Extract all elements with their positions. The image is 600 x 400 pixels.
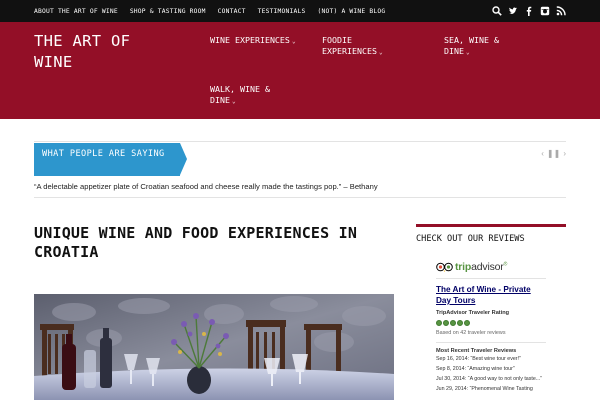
wine-table-photo xyxy=(34,294,394,400)
bubble-icon xyxy=(443,320,449,326)
nav-label: SEA, WINE & DINE xyxy=(444,35,499,56)
top-nav-shop[interactable]: SHOP & TASTING ROOM xyxy=(130,8,206,15)
pause-icon[interactable]: ❚❚ xyxy=(547,149,560,158)
social-icons xyxy=(492,0,566,22)
nav-label: FOODIE EXPERIENCES xyxy=(322,35,377,56)
nav-sea-wine-dine[interactable]: SEA, WINE & DINE ⌄ xyxy=(444,35,524,58)
rating-bubbles xyxy=(436,320,470,326)
recent-reviews-list: Sep 16, 2014: “Best wine tour ever!” Sep… xyxy=(436,356,546,396)
chevron-down-icon: ⌄ xyxy=(291,38,296,45)
review-count[interactable]: Based on 42 traveler reviews xyxy=(436,330,506,336)
rating-label: TripAdvisor Traveler Rating xyxy=(436,310,510,316)
chevron-down-icon: ⌄ xyxy=(231,98,236,105)
testimonials-tag: WHAT PEOPLE ARE SAYING xyxy=(34,143,187,176)
chevron-down-icon: ⌄ xyxy=(378,49,383,56)
nav-wine-experiences[interactable]: WINE EXPERIENCES ⌄ xyxy=(210,35,300,47)
facebook-icon[interactable] xyxy=(524,6,534,16)
review-item[interactable]: Sep 8, 2014: “Amazing wine tour” xyxy=(436,366,546,374)
chevron-down-icon: ⌄ xyxy=(465,49,470,56)
divider xyxy=(436,278,546,279)
instagram-icon[interactable] xyxy=(540,6,550,16)
review-item[interactable]: Jul 30, 2014: “A good way to not only ta… xyxy=(436,376,546,384)
top-nav-contact[interactable]: CONTACT xyxy=(218,8,246,15)
bubble-icon xyxy=(436,320,442,326)
search-icon[interactable] xyxy=(492,6,502,16)
top-nav-testimonials[interactable]: TESTIMONIALS xyxy=(258,8,306,15)
site-logo[interactable]: THE ART OF WINE xyxy=(34,31,174,73)
page-title: UNIQUE WINE AND FOOD EXPERIENCES IN CROA… xyxy=(34,224,358,261)
owl-icon xyxy=(436,262,453,272)
top-nav-blog[interactable]: (NOT) A WINE BLOG xyxy=(318,8,386,15)
testimonial-controls: ‹ ❚❚ › xyxy=(541,149,566,158)
bubble-icon xyxy=(464,320,470,326)
divider xyxy=(34,141,566,142)
divider xyxy=(34,197,566,198)
nav-label: WINE EXPERIENCES xyxy=(210,35,290,45)
tripadvisor-wordmark: tripadvisor® xyxy=(455,261,508,273)
top-bar: ABOUT THE ART OF WINE SHOP & TASTING ROO… xyxy=(0,0,600,22)
twitter-icon[interactable] xyxy=(508,6,518,16)
tripadvisor-logo[interactable]: tripadvisor® xyxy=(436,256,507,278)
review-item[interactable]: Jun 29, 2014: “Phenomenal Wine Tasting xyxy=(436,386,546,394)
nav-foodie-experiences[interactable]: FOODIE EXPERIENCES ⌄ xyxy=(322,35,412,58)
site-header: THE ART OF WINE WINE EXPERIENCES ⌄ FOODIE… xyxy=(0,22,600,119)
bubble-icon xyxy=(457,320,463,326)
sidebar-heading: CHECK OUT OUR REVIEWS xyxy=(416,234,525,244)
rss-icon[interactable] xyxy=(556,6,566,16)
top-nav: ABOUT THE ART OF WINE SHOP & TASTING ROO… xyxy=(34,0,397,22)
review-item[interactable]: Sep 16, 2014: “Best wine tour ever!” xyxy=(436,356,546,364)
nav-walk-wine-dine[interactable]: WALK, WINE & DINE ⌄ xyxy=(210,84,290,107)
testimonials-label: WHAT PEOPLE ARE SAYING xyxy=(42,149,165,159)
top-nav-about[interactable]: ABOUT THE ART OF WINE xyxy=(34,8,118,15)
testimonial-quote: “A delectable appetizer plate of Croatia… xyxy=(34,182,378,191)
business-name-link[interactable]: The Art of Wine - Private Day Tours xyxy=(436,284,546,306)
divider xyxy=(436,342,546,343)
sidebar-accent-bar xyxy=(416,224,566,227)
next-icon[interactable]: › xyxy=(563,149,566,158)
recent-reviews-title: Most Recent Traveler Reviews xyxy=(436,348,517,354)
prev-icon[interactable]: ‹ xyxy=(541,149,544,158)
nav-label: WALK, WINE & DINE xyxy=(210,84,270,105)
bubble-icon xyxy=(450,320,456,326)
